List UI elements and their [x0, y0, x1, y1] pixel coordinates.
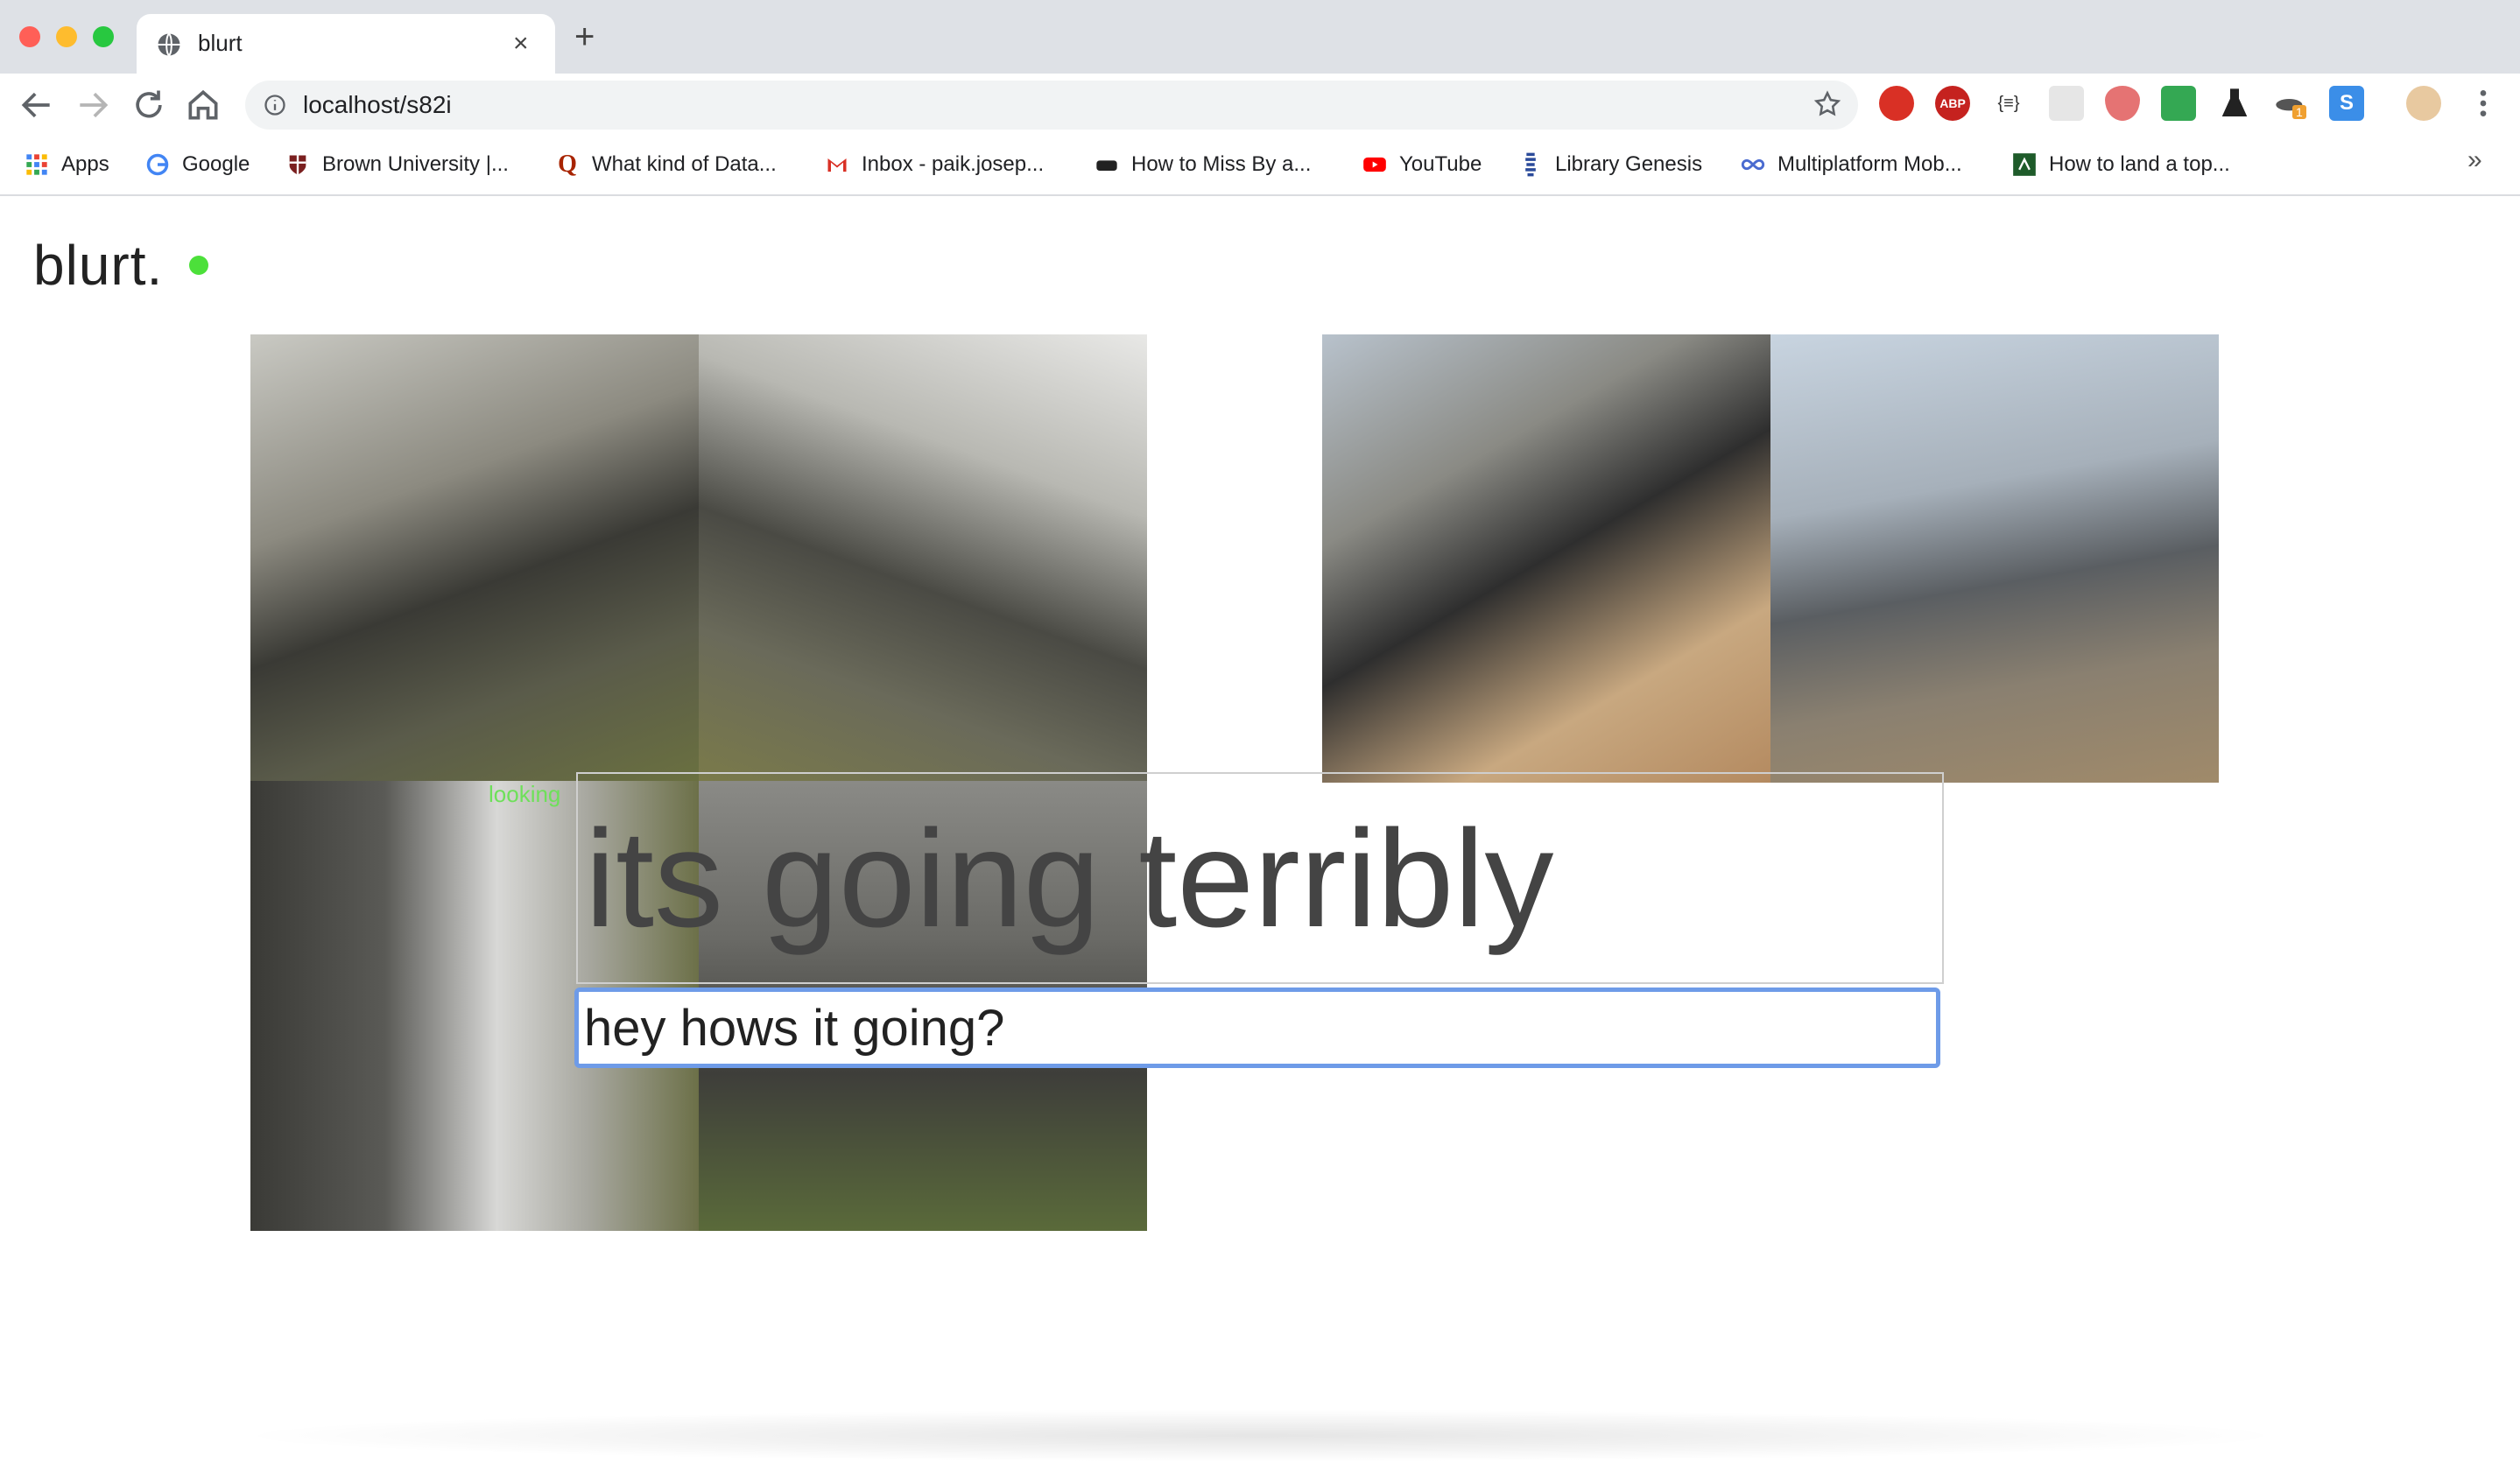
bookmark-label: YouTube	[1399, 152, 1482, 176]
new-tab-button[interactable]: +	[574, 19, 595, 54]
ufo-extension-icon[interactable]: 1	[2273, 86, 2308, 121]
bookmark-youtube[interactable]: YouTube	[1362, 147, 1482, 182]
youtube-icon	[1363, 157, 1386, 172]
extension-badge: 1	[2292, 105, 2306, 119]
bookmark-star-icon[interactable]	[1813, 89, 1842, 119]
address-bar[interactable]: localhost/s82i	[245, 81, 1858, 130]
browser-toolbar: localhost/s82i ABP {≡} 1 S	[0, 74, 2520, 137]
bookmark-brown[interactable]: Brown University |...	[285, 147, 509, 182]
close-tab-icon[interactable]: ×	[513, 26, 529, 61]
response-text: its going terribly	[585, 802, 1554, 956]
adblock-extension-icon[interactable]: ABP	[1935, 86, 1970, 121]
bookmark-label: How to land a top...	[2049, 152, 2230, 176]
forward-arrow-icon[interactable]	[74, 86, 112, 124]
library-icon	[1525, 152, 1536, 177]
green-extension-icon[interactable]	[2161, 86, 2196, 121]
generated-image-left-top-1	[250, 334, 699, 781]
s-extension-icon[interactable]: S	[2329, 86, 2364, 121]
bookmark-label: Library Genesis	[1555, 152, 1703, 176]
bookmarks-overflow-icon[interactable]: »	[2467, 145, 2482, 175]
json-extension-icon[interactable]: {≡}	[1991, 86, 2026, 121]
generated-image-right-2	[1770, 334, 2219, 783]
maximize-window-button[interactable]	[93, 26, 114, 47]
app-logo: blurt.	[33, 234, 164, 297]
bookmark-label: How to Miss By a...	[1131, 152, 1312, 176]
gmail-icon	[827, 158, 847, 172]
close-window-button[interactable]	[19, 26, 40, 47]
back-arrow-icon[interactable]	[18, 86, 56, 124]
site-icon	[2013, 153, 2036, 176]
response-display: its going terribly	[576, 772, 1944, 984]
profile-avatar[interactable]	[2406, 86, 2441, 121]
apps-grid-icon	[26, 154, 47, 175]
bookmark-label: Apps	[61, 152, 109, 176]
status-text: looking	[489, 781, 561, 807]
bookmark-land-top[interactable]: How to land a top...	[2012, 147, 2230, 182]
tab-title: blurt	[198, 30, 243, 56]
bookmark-label: Multiplatform Mob...	[1777, 152, 1962, 176]
url-text: localhost/s82i	[303, 91, 452, 118]
bookmark-label: Google	[182, 152, 250, 176]
react-extension-icon[interactable]	[2049, 86, 2084, 121]
flask-extension-icon[interactable]	[2217, 86, 2252, 121]
bookmark-quora[interactable]: Q What kind of Data...	[555, 147, 777, 182]
bookmark-libgen[interactable]: Library Genesis	[1518, 147, 1702, 182]
bookmark-apps[interactable]: Apps	[25, 147, 109, 182]
generated-image-left-top-2	[699, 334, 1147, 781]
quora-icon: Q	[558, 151, 577, 178]
home-icon[interactable]	[184, 86, 222, 124]
bookmarks-bar: Apps Google Brown University |... Q What…	[0, 137, 2520, 196]
generated-image-right-1	[1322, 334, 1770, 783]
reload-icon[interactable]	[130, 86, 168, 124]
globe-icon	[158, 32, 180, 57]
menu-dots-icon[interactable]	[2466, 86, 2501, 121]
shield-extension-icon[interactable]	[2105, 86, 2140, 121]
brown-university-icon	[289, 155, 306, 175]
bookmark-google[interactable]: Google	[145, 147, 250, 182]
status-indicator	[189, 256, 208, 275]
active-tab[interactable]: blurt ×	[137, 14, 555, 74]
bookmark-miss[interactable]: How to Miss By a...	[1095, 147, 1311, 182]
bookmark-gmail[interactable]: Inbox - paik.josep...	[825, 147, 1044, 182]
infinity-icon	[1741, 158, 1765, 171]
browser-chrome: blurt × + localhost/s82i ABP {≡} 1 S App…	[0, 0, 2520, 196]
info-icon[interactable]	[263, 93, 287, 117]
bookmark-label: What kind of Data...	[592, 152, 777, 176]
hand-extension-icon[interactable]	[1879, 86, 1914, 121]
bookmark-multiplatform[interactable]: Multiplatform Mob...	[1741, 147, 1962, 182]
site-icon	[1096, 160, 1117, 171]
google-icon	[146, 153, 169, 176]
tab-bar: blurt × +	[0, 0, 2520, 74]
minimize-window-button[interactable]	[56, 26, 77, 47]
bookmark-label: Brown University |...	[322, 152, 509, 176]
bookmark-label: Inbox - paik.josep...	[862, 152, 1045, 176]
message-input[interactable]	[574, 988, 1940, 1068]
page-bottom-shadow	[228, 1409, 2294, 1462]
